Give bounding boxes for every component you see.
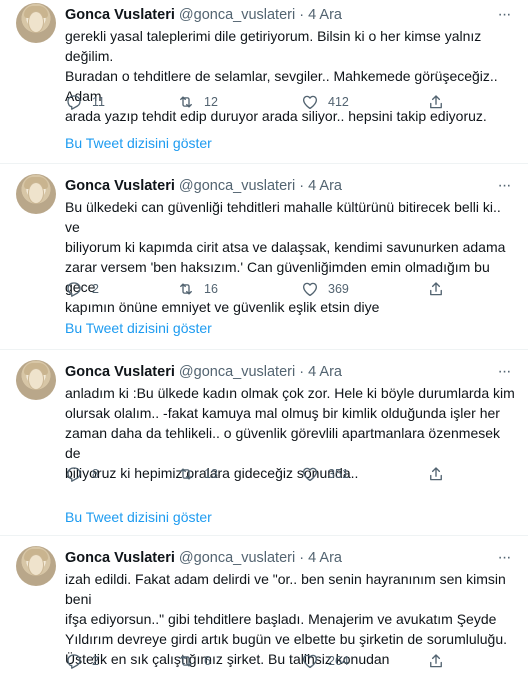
more-options-icon[interactable]: ··· [494, 176, 514, 196]
show-thread-link[interactable]: Bu Tweet dizisini göster [65, 318, 212, 338]
author-name[interactable]: Gonca Vuslateri [65, 550, 175, 566]
tweet-text-line: izah edildi. Fakat adam delirdi ve "or..… [65, 571, 506, 607]
more-options-icon[interactable]: ··· [494, 548, 514, 568]
separator-dot: · [299, 178, 305, 194]
avatar[interactable] [16, 174, 56, 214]
separator-dot: · [299, 7, 305, 23]
tweet-header: Gonca Vuslateri @gonca_vuslateri · 4 Ara [65, 548, 342, 568]
author-name[interactable]: Gonca Vuslateri [65, 178, 175, 194]
like-count: 369 [328, 282, 349, 296]
author-name[interactable]: Gonca Vuslateri [65, 7, 175, 23]
tweet[interactable]: Gonca Vuslateri @gonca_vuslateri · 4 Ara… [0, 350, 528, 535]
tweet-header: Gonca Vuslateri @gonca_vuslateri · 4 Ara [65, 362, 342, 382]
avatar[interactable] [16, 546, 56, 586]
reply-count: 2 [92, 282, 99, 296]
tweet-text-line: Yıldırım devreye girdi artık bugün ve el… [65, 631, 508, 647]
avatar[interactable] [16, 360, 56, 400]
tweet-actions: 2 6 264 [65, 651, 465, 671]
tweet-actions: 8 13 351 [65, 464, 465, 484]
like-count: 412 [328, 95, 349, 109]
author-handle[interactable]: @gonca_vuslateri [179, 550, 295, 566]
tweet-text-line: olursak olalım.. -fakat kamuya mal olmuş… [65, 405, 500, 421]
tweet-text-line: Bu ülkedeki can güvenliği tehditleri mah… [65, 199, 501, 235]
retweet-count: 6 [204, 654, 211, 668]
tweet-text-line: biliyorum ki kapımda cirit atsa ve dalaş… [65, 239, 506, 255]
timestamp[interactable]: 4 Ara [308, 7, 342, 23]
tweet-header: Gonca Vuslateri @gonca_vuslateri · 4 Ara [65, 5, 342, 25]
avatar[interactable] [16, 3, 56, 43]
timestamp[interactable]: 4 Ara [308, 364, 342, 380]
tweet[interactable]: Gonca Vuslateri @gonca_vuslateri · 4 Ara… [0, 536, 528, 684]
tweet-text: Bu ülkedeki can güvenliği tehditleri mah… [65, 197, 515, 317]
reply-count: 11 [92, 95, 105, 109]
reply-count: 8 [92, 467, 99, 481]
timestamp[interactable]: 4 Ara [308, 178, 342, 194]
retweet-count: 13 [204, 467, 218, 481]
tweet-actions: 2 16 369 [65, 279, 465, 299]
like-count: 264 [328, 654, 349, 668]
more-options-icon[interactable]: ··· [494, 362, 514, 382]
tweet[interactable]: Gonca Vuslateri @gonca_vuslateri · 4 Ara… [0, 164, 528, 349]
author-handle[interactable]: @gonca_vuslateri [179, 7, 295, 23]
more-options-icon[interactable]: ··· [494, 5, 514, 25]
tweet-text-line: gerekli yasal taleplerimi dile getiriyor… [65, 28, 482, 64]
separator-dot: · [299, 550, 305, 566]
author-handle[interactable]: @gonca_vuslateri [179, 178, 295, 194]
tweet[interactable]: Gonca Vuslateri @gonca_vuslateri · 4 Ara… [0, 0, 528, 162]
timestamp[interactable]: 4 Ara [308, 550, 342, 566]
retweet-count: 12 [204, 95, 218, 109]
like-count: 351 [328, 467, 349, 481]
show-thread-link[interactable]: Bu Tweet dizisini göster [65, 507, 212, 527]
tweet-text-line: kapımın önüne emniyet ve güvenlik eşlik … [65, 299, 380, 315]
tweet-text-line: anladım ki :Bu ülkede kadın olmak çok zo… [65, 385, 515, 401]
tweet-actions: 11 12 412 [65, 92, 465, 112]
author-name[interactable]: Gonca Vuslateri [65, 364, 175, 380]
author-handle[interactable]: @gonca_vuslateri [179, 364, 295, 380]
separator-dot: · [299, 364, 305, 380]
tweet-text-line: zaman daha da tehlikeli.. o güvenlik gör… [65, 425, 501, 461]
show-thread-link[interactable]: Bu Tweet dizisini göster [65, 133, 212, 153]
reply-count: 2 [92, 654, 99, 668]
tweet-text-line: ifşa ediyorsun.." gibi tehditlere başlad… [65, 611, 497, 627]
tweet-header: Gonca Vuslateri @gonca_vuslateri · 4 Ara [65, 176, 342, 196]
retweet-count: 16 [204, 282, 218, 296]
